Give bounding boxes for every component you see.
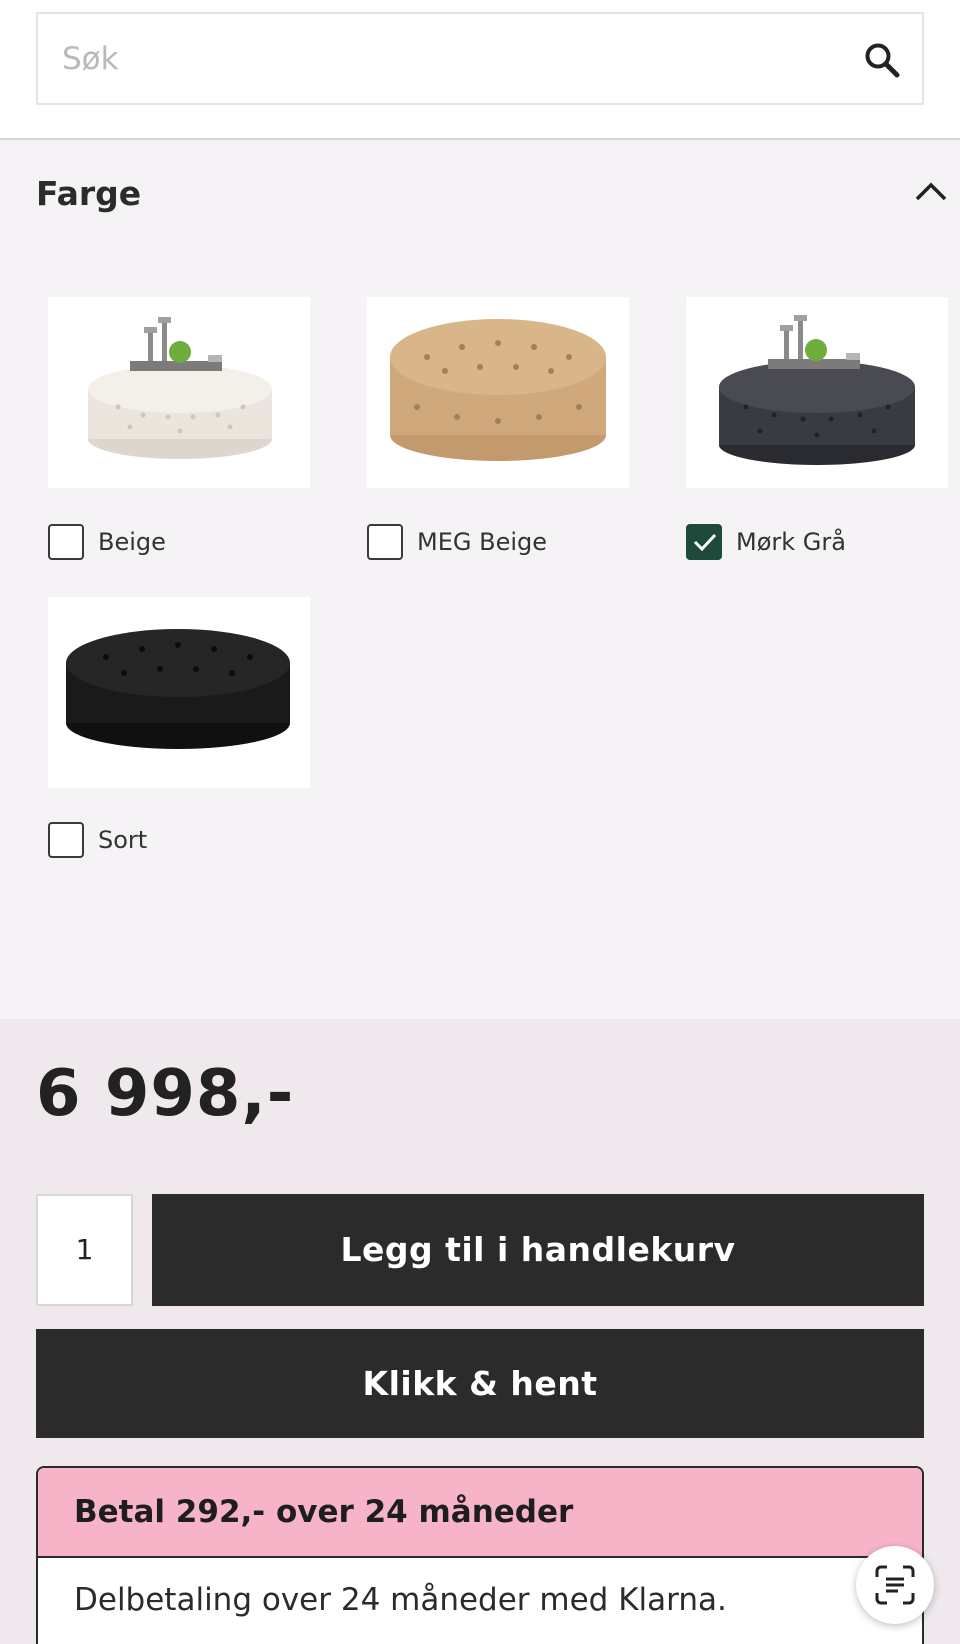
header: [0, 0, 960, 140]
product-price: 6 998,-: [36, 1057, 295, 1131]
product-image-mork-gra[interactable]: [686, 297, 948, 488]
quantity-input[interactable]: 1: [36, 1194, 133, 1306]
checkmark-icon: [693, 533, 717, 552]
checkbox-meg-beige[interactable]: [367, 524, 403, 560]
color-label: Mørk Grå: [736, 528, 846, 556]
checkbox-sort[interactable]: [48, 822, 84, 858]
search-icon[interactable]: [862, 40, 902, 80]
search-input[interactable]: [62, 14, 842, 103]
text-scan-button[interactable]: [856, 1546, 934, 1624]
chevron-up-icon[interactable]: [914, 180, 948, 202]
color-option-mork-gra[interactable]: Mørk Grå: [686, 297, 948, 560]
product-image-sort[interactable]: [48, 597, 310, 788]
klarna-box: Betal 292,- over 24 måneder Delbetaling …: [36, 1466, 924, 1644]
checkbox-beige[interactable]: [48, 524, 84, 560]
color-option-beige[interactable]: Beige: [48, 297, 310, 560]
click-and-collect-button[interactable]: Klikk & hent: [36, 1329, 924, 1438]
color-label: MEG Beige: [417, 528, 547, 556]
color-label: Beige: [98, 528, 166, 556]
add-to-cart-button[interactable]: Legg til i handlekurv: [152, 1194, 924, 1306]
checkbox-mork-gra[interactable]: [686, 524, 722, 560]
filter-title: Farge: [36, 174, 142, 213]
purchase-panel: 6 998,- 1 Legg til i handlekurv Klikk & …: [0, 1019, 960, 1644]
text-scan-icon: [875, 1565, 915, 1605]
color-option-meg-beige[interactable]: MEG Beige: [367, 297, 629, 560]
klarna-heading: Betal 292,- over 24 måneder: [38, 1468, 922, 1558]
klarna-text: Delbetaling over 24 måneder med Klarna.: [74, 1582, 727, 1618]
color-label: Sort: [98, 826, 148, 854]
search-bar: [36, 12, 924, 105]
color-filter: Farge Beige MEG Beige Mørk Grå Sort: [0, 142, 960, 1019]
product-image-beige[interactable]: [48, 297, 310, 488]
color-option-sort[interactable]: Sort: [48, 597, 310, 858]
product-image-meg-beige[interactable]: [367, 297, 629, 488]
